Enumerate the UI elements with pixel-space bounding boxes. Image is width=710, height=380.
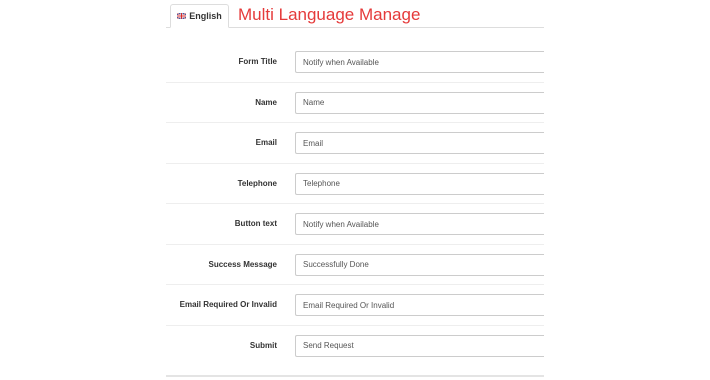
form-footer-divider	[166, 375, 544, 377]
language-form: Form Title Name Email Telephone Button t…	[166, 42, 544, 366]
telephone-input[interactable]	[295, 172, 544, 195]
uk-flag-icon	[177, 13, 187, 19]
form-row-name: Name	[166, 83, 544, 123]
submit-label: Submit	[249, 340, 277, 350]
tab-english-label: English	[189, 11, 222, 21]
success-message-label: Success Message	[208, 259, 278, 269]
language-manager-page: English Multi Language Manage Form Title…	[0, 0, 710, 380]
form-row-success-message: Success Message	[166, 245, 544, 285]
email-required-label: Email Required Or Invalid	[179, 300, 277, 309]
button-text-input[interactable]	[295, 213, 544, 235]
form-title-label: Form Title	[238, 57, 277, 66]
submit-input[interactable]	[295, 334, 544, 357]
tab-english[interactable]: English	[170, 4, 229, 28]
form-row-form-title: Form Title	[166, 42, 544, 83]
form-row-email-required: Email Required Or Invalid	[166, 285, 544, 326]
page-title: Multi Language Manage	[238, 5, 421, 24]
button-text-label: Button text	[234, 219, 277, 228]
form-row-submit: Submit	[166, 326, 544, 367]
form-row-telephone: Telephone	[166, 164, 544, 204]
email-required-input[interactable]	[295, 294, 544, 316]
email-label: Email	[255, 138, 277, 147]
form-title-input[interactable]	[295, 51, 544, 73]
email-input[interactable]	[295, 132, 544, 154]
name-input[interactable]	[295, 91, 544, 114]
name-label: Name	[255, 97, 277, 107]
form-row-email: Email	[166, 123, 544, 164]
telephone-label: Telephone	[237, 178, 277, 188]
success-message-input[interactable]	[295, 253, 544, 276]
form-row-button-text: Button text	[166, 204, 544, 245]
